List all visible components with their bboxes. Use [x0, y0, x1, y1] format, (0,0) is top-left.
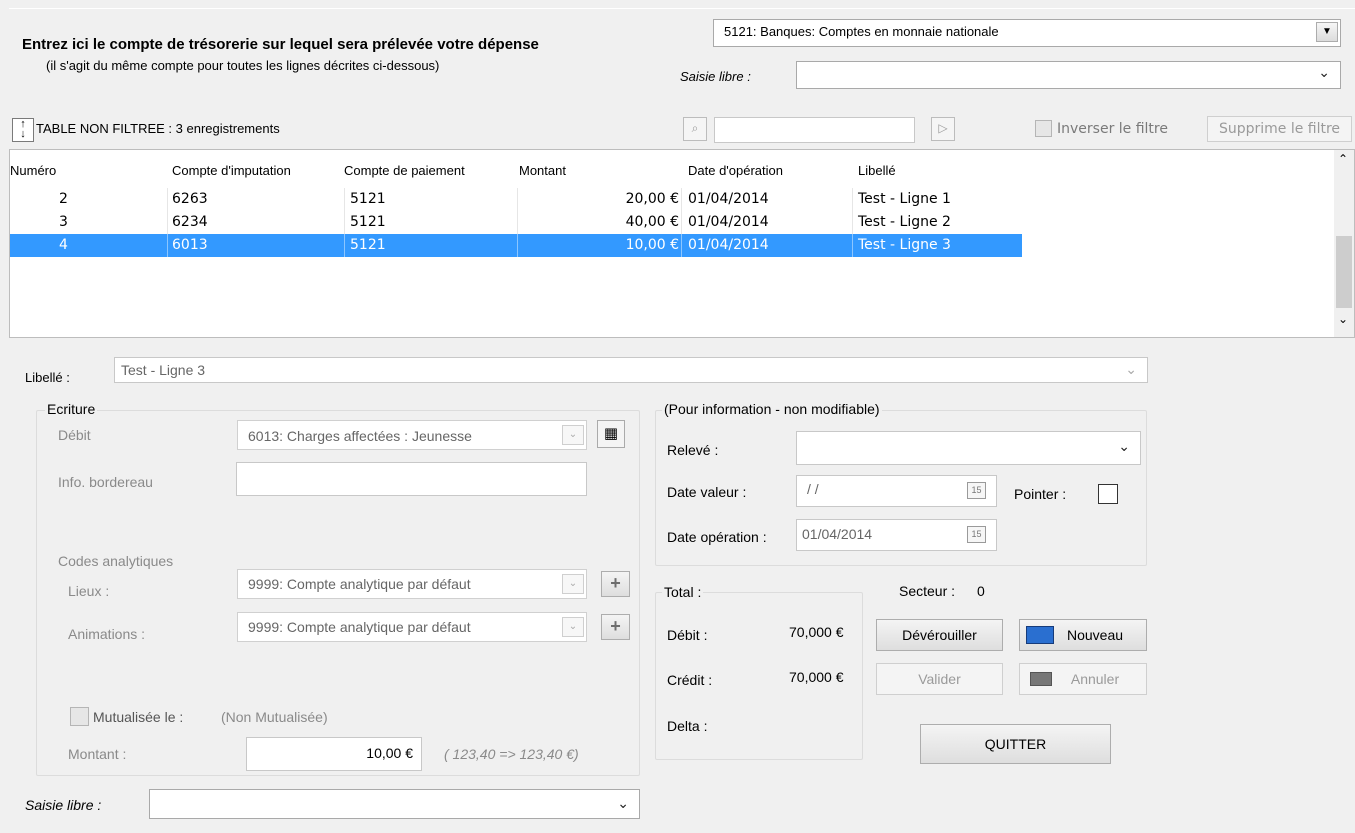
- bordereau-input[interactable]: [236, 462, 587, 496]
- chevron-down-icon: ⌄: [1118, 438, 1130, 454]
- filter-prev-button[interactable]: ⌕: [683, 117, 707, 141]
- quitter-button[interactable]: QUITTER: [920, 724, 1111, 764]
- treasury-prompt-note: (il s'agit du même compte pour toutes le…: [46, 58, 440, 73]
- chevron-down-icon: ⌄: [1125, 361, 1137, 377]
- debit-account-select[interactable]: 6013: Charges affectées : Jeunesse ⌄: [237, 420, 587, 450]
- total-credit-value: 70,000 €: [789, 669, 844, 685]
- animations-select[interactable]: 9999: Compte analytique par défaut ⌄: [237, 612, 587, 642]
- lieux-label: Lieux :: [68, 583, 110, 599]
- treasury-prompt: Entrez ici le compte de trésorerie sur l…: [22, 36, 539, 53]
- treasury-account-value: 5121: Banques: Comptes en monnaie nation…: [724, 24, 999, 39]
- chevron-down-icon[interactable]: ▼: [1316, 22, 1338, 42]
- column-header[interactable]: Date d'opération: [688, 163, 783, 178]
- column-header[interactable]: Montant: [519, 163, 566, 178]
- table-scrollbar[interactable]: ⌃ ⌄: [1334, 150, 1354, 337]
- chevron-down-icon: ⌄: [1318, 64, 1330, 80]
- bordereau-label: Info. bordereau: [58, 474, 153, 490]
- nouveau-button[interactable]: Nouveau: [1019, 619, 1147, 651]
- scroll-down-icon[interactable]: ⌄: [1338, 312, 1348, 326]
- codes-analytiques-label: Codes analytiques: [58, 553, 174, 569]
- date-valeur-value: / /: [807, 481, 819, 497]
- records-table: Numéro Compte d'imputation Compte de pai…: [9, 149, 1355, 338]
- chevron-down-icon[interactable]: ⌄: [562, 425, 584, 445]
- new-document-icon: [1026, 626, 1054, 644]
- remove-filter-button[interactable]: Supprime le filtre: [1207, 116, 1352, 142]
- scroll-thumb[interactable]: [1336, 236, 1352, 308]
- calendar-icon[interactable]: 15: [967, 482, 986, 499]
- table-row[interactable]: 3 6234 5121 40,00 € 01/04/2014 Test - Li…: [10, 211, 1022, 234]
- libelle-select[interactable]: Test - Ligne 3 ⌄: [114, 357, 1148, 383]
- mutualisee-checkbox[interactable]: [70, 707, 89, 726]
- releve-label: Relevé :: [667, 442, 719, 458]
- lieux-select[interactable]: 9999: Compte analytique par défaut ⌄: [237, 569, 587, 599]
- invert-filter-label: Inverser le filtre: [1057, 121, 1168, 137]
- column-header[interactable]: Numéro: [10, 163, 56, 178]
- total-debit-label: Débit :: [667, 627, 708, 643]
- chevron-down-icon: ⌄: [617, 795, 629, 811]
- free-entry-top-select[interactable]: ⌄: [796, 61, 1341, 89]
- free-entry-bottom-select[interactable]: ⌄: [149, 789, 640, 819]
- total-debit-value: 70,000 €: [789, 624, 844, 640]
- table-row-selected[interactable]: 4 6013 5121 10,00 € 01/04/2014 Test - Li…: [10, 234, 1022, 257]
- treasury-account-select[interactable]: 5121: Banques: Comptes en monnaie nation…: [713, 19, 1341, 47]
- ecriture-title: Ecriture: [45, 401, 98, 417]
- libelle-value: Test - Ligne 3: [121, 362, 206, 378]
- add-lieux-button[interactable]: +: [601, 571, 630, 597]
- total-delta-label: Delta :: [667, 718, 708, 734]
- animations-label: Animations :: [68, 626, 146, 642]
- date-operation-input[interactable]: 01/04/2014 15: [796, 519, 997, 551]
- account-lookup-icon[interactable]: ▦: [597, 420, 625, 448]
- annuler-button[interactable]: Annuler: [1019, 663, 1147, 695]
- total-title: Total :: [662, 584, 704, 600]
- free-entry-bottom-label: Saisie libre :: [25, 797, 102, 813]
- scroll-up-icon[interactable]: ⌃: [1338, 152, 1348, 166]
- montant-hint: ( 123,40 => 123,40 €): [444, 746, 579, 762]
- sort-icon[interactable]: ↑ ↓: [12, 118, 34, 142]
- filter-next-button[interactable]: ▷: [931, 117, 955, 141]
- column-header[interactable]: Compte d'imputation: [172, 163, 291, 178]
- secteur-value: 0: [977, 583, 985, 599]
- add-animation-button[interactable]: +: [601, 614, 630, 640]
- invert-filter-checkbox[interactable]: [1035, 120, 1052, 137]
- date-operation-label: Date opération :: [667, 529, 767, 545]
- calendar-icon[interactable]: 15: [967, 526, 986, 543]
- debit-account-value: 6013: Charges affectées : Jeunesse: [248, 428, 472, 444]
- montant-label: Montant :: [68, 746, 127, 762]
- pointer-label: Pointer :: [1014, 486, 1067, 502]
- releve-select[interactable]: ⌄: [796, 431, 1141, 465]
- chevron-down-icon[interactable]: ⌄: [562, 574, 584, 594]
- valider-button[interactable]: Valider: [876, 663, 1003, 695]
- secteur-label: Secteur :: [899, 583, 956, 599]
- date-valeur-input[interactable]: / / 15: [796, 475, 997, 507]
- animations-value: 9999: Compte analytique par défaut: [248, 619, 471, 635]
- filter-status: TABLE NON FILTREE : 3 enregistrements: [36, 121, 280, 136]
- date-operation-value: 01/04/2014: [802, 526, 873, 542]
- montant-value: 10,00 €: [366, 745, 413, 761]
- filter-input[interactable]: [714, 117, 915, 143]
- column-header[interactable]: Libellé: [858, 163, 896, 178]
- chevron-down-icon[interactable]: ⌄: [562, 617, 584, 637]
- date-valeur-label: Date valeur :: [667, 484, 747, 500]
- lieux-value: 9999: Compte analytique par défaut: [248, 576, 471, 592]
- cancel-icon: [1030, 672, 1052, 686]
- mutualisee-value: (Non Mutualisée): [221, 709, 328, 725]
- pointer-checkbox[interactable]: [1098, 484, 1118, 504]
- mutualisee-label: Mutualisée le :: [93, 709, 184, 725]
- table-row[interactable]: 2 6263 5121 20,00 € 01/04/2014 Test - Li…: [10, 188, 1022, 211]
- total-credit-label: Crédit :: [667, 672, 713, 688]
- libelle-label: Libellé :: [25, 370, 70, 385]
- column-header[interactable]: Compte de paiement: [344, 163, 465, 178]
- free-entry-label: Saisie libre :: [680, 69, 751, 84]
- info-title: (Pour information - non modifiable): [662, 401, 882, 417]
- montant-input[interactable]: 10,00 €: [246, 737, 422, 771]
- debit-label: Débit: [58, 427, 91, 443]
- deverrouiller-button[interactable]: Dévérouiller: [876, 619, 1003, 651]
